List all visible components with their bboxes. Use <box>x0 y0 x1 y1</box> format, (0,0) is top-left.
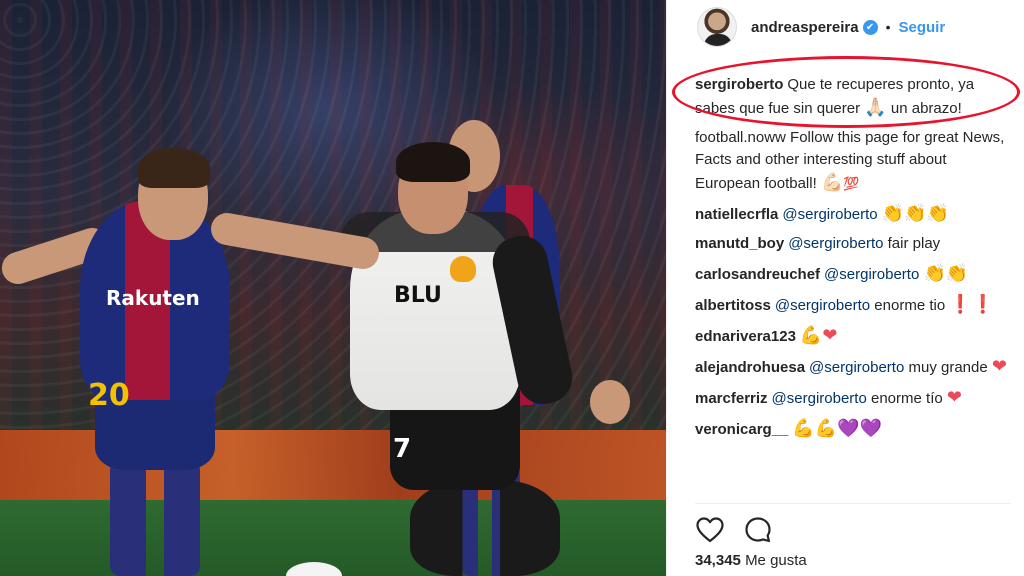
barca-player-left-hair <box>138 148 210 188</box>
comment-text: un abrazo! <box>886 100 962 117</box>
comment-username[interactable]: veronicarg__ <box>695 421 788 438</box>
post-sidebar: andreaspereira ✔ • Seguir sergiroberto Qu… <box>666 0 1024 576</box>
comment-item: football.noww Follow this page for great… <box>695 127 1011 195</box>
header-separator: • <box>885 19 891 35</box>
mention-link[interactable]: @sergiroberto <box>775 297 870 314</box>
post-actions <box>695 515 791 545</box>
comment-username[interactable]: natiellecrfla <box>695 206 778 223</box>
divider <box>695 503 1011 504</box>
post-header: andreaspereira ✔ • Seguir <box>667 0 1024 54</box>
valencia-shorts-number: 7 <box>393 434 412 464</box>
comment-item: ednarivera123 💪❤ <box>695 324 1011 348</box>
heart-icon: ❤ <box>991 356 1007 376</box>
valencia-sponsor-text: BLU <box>394 283 442 308</box>
comment-item: sergiroberto Que te recuperes pronto, ya … <box>695 74 1011 120</box>
valencia-player-legs <box>410 480 560 576</box>
comment-username[interactable]: carlosandreuchef <box>695 266 820 283</box>
flexed-biceps-icon: 💪🏻 <box>820 172 844 192</box>
muscle-heart-icon: 💪❤ <box>799 325 838 345</box>
flexed-biceps-icon: 💪💪 <box>792 418 838 438</box>
mention-link[interactable]: @sergiroberto <box>782 206 877 223</box>
pitch-grass <box>0 500 666 576</box>
like-icon[interactable] <box>695 515 725 545</box>
follow-button[interactable]: Seguir <box>898 19 945 36</box>
mention-link[interactable]: @sergiroberto <box>788 235 883 252</box>
mention-link[interactable]: @sergiroberto <box>772 390 867 407</box>
comment-item: veronicarg__ 💪💪💜💜 <box>695 417 1011 441</box>
comment-icon[interactable] <box>743 515 773 545</box>
comment-text: muy grande <box>904 359 992 376</box>
barca-shorts-number: 20 <box>88 378 130 413</box>
mention-link[interactable]: @sergiroberto <box>824 266 919 283</box>
verified-badge-icon: ✔ <box>862 19 878 35</box>
mention-link[interactable]: @sergiroberto <box>809 359 904 376</box>
likes-count[interactable]: 34,345 Me gusta <box>695 552 807 569</box>
likes-label: Me gusta <box>745 552 807 569</box>
comment-item: carlosandreuchef @sergiroberto 👏👏 <box>695 262 1011 286</box>
comment-text: fair play <box>883 235 941 252</box>
comment-item: albertitoss @sergiroberto enorme tio ❗❗ <box>695 293 1011 317</box>
comment-text: enorme tío <box>866 390 947 407</box>
barca-sponsor-text: Rakuten <box>106 286 200 310</box>
exclamation-icon: ❗❗ <box>949 294 995 314</box>
purple-heart-icon: 💜💜 <box>837 418 883 438</box>
hundred-points-icon: 💯 <box>843 176 860 191</box>
comment-item: alejandrohuesa @sergiroberto muy grande ❤ <box>695 355 1011 379</box>
clapping-hands-icon: 👏👏 <box>923 263 969 283</box>
valencia-player-hair <box>396 142 470 182</box>
comment-username[interactable]: sergiroberto <box>695 76 783 93</box>
comment-username[interactable]: marcferriz <box>695 390 768 407</box>
comment-username[interactable]: manutd_boy <box>695 235 784 252</box>
comment-username[interactable]: alejandrohuesa <box>695 359 805 376</box>
comment-item: manutd_boy @sergiroberto fair play <box>695 233 1011 255</box>
comments-list: sergiroberto Que te recuperes pronto, ya … <box>695 74 1011 448</box>
author-username[interactable]: andreaspereira <box>751 19 859 36</box>
comment-item: natiellecrfla @sergiroberto 👏👏👏 <box>695 202 1011 226</box>
likes-number: 34,345 <box>695 552 741 569</box>
clapping-hands-icon: 👏👏👏 <box>881 203 950 223</box>
avatar[interactable] <box>697 7 737 47</box>
valencia-player-hand <box>590 380 630 424</box>
valencia-crest-icon <box>450 256 476 282</box>
comment-item: marcferriz @sergiroberto enorme tío ❤ <box>695 386 1011 410</box>
comment-text: enorme tio <box>870 297 950 314</box>
heart-icon: ❤ <box>946 387 962 407</box>
folded-hands-icon: 🙏🏻 <box>864 97 887 117</box>
comment-username[interactable]: albertitoss <box>695 297 771 314</box>
post-photo[interactable]: Rakuten 20 7 BLU <box>0 0 666 576</box>
barca-player-left-legs <box>110 460 200 576</box>
comment-username[interactable]: ednarivera123 <box>695 328 796 345</box>
